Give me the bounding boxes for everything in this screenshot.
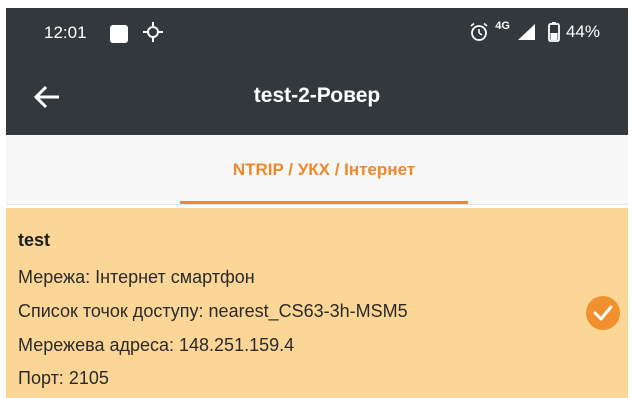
tab-bar: NTRIP / УКХ / Інтернет (6, 135, 628, 205)
network-label: Мережа: (18, 267, 91, 287)
mountpoint-value: nearest_CS63-3h-MSM5 (208, 301, 408, 321)
signal-icon (517, 24, 535, 40)
network-value: Інтернет смартфон (95, 267, 255, 287)
alarm-icon (470, 22, 488, 41)
address-value: 148.251.159.4 (179, 335, 295, 355)
mountpoint-label: Список точок доступу: (18, 301, 204, 321)
selected-check-icon[interactable] (586, 296, 620, 330)
page-title: test-2-Ровер (253, 84, 381, 107)
battery-icon (548, 22, 560, 42)
connection-card[interactable]: test Мережа: Інтернет смартфон Список то… (6, 208, 628, 398)
battery-percent: 44% (565, 22, 600, 41)
checkmark-icon (593, 305, 613, 321)
tab-ntrip-uhf-internet[interactable]: NTRIP / УКХ / Інтернет (180, 135, 468, 205)
port-label: Порт: (18, 368, 64, 388)
screen: 12:01 4G 44% test-2-Ровер NTRIP / УКХ / … (0, 0, 634, 398)
app-bar: test-2-Ровер (6, 58, 628, 135)
connection-name: test (18, 230, 51, 250)
network-row: Мережа: Інтернет смартфон (18, 267, 255, 288)
active-tab-indicator (180, 201, 468, 204)
status-time: 12:01 (44, 23, 87, 42)
gps-icon (143, 22, 163, 42)
notification-square-icon (110, 25, 128, 43)
mountpoint-row: Список точок доступу: nearest_CS63-3h-MS… (18, 301, 408, 322)
network-type: 4G (495, 20, 510, 32)
address-row: Мережева адреса: 148.251.159.4 (18, 335, 294, 356)
port-value: 2105 (68, 368, 109, 388)
address-label: Мережева адреса: (18, 335, 174, 355)
status-bar: 12:01 4G 44% (6, 8, 628, 58)
status-indicators: 4G 44% (469, 20, 600, 42)
port-row: Порт: 2105 (18, 368, 109, 389)
